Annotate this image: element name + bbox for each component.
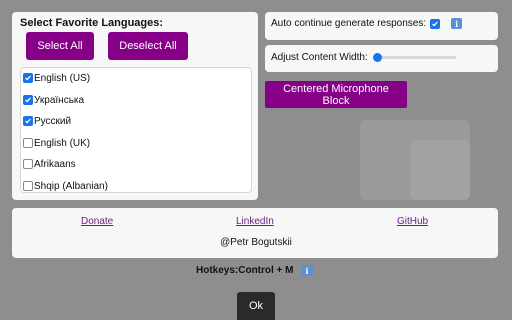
select-all-button[interactable]: Select All bbox=[26, 32, 94, 60]
language-item[interactable]: Русский bbox=[23, 113, 71, 129]
language-label: English (US) bbox=[34, 72, 91, 84]
content-width-slider-thumb[interactable] bbox=[373, 53, 382, 62]
language-label: Afrikaans bbox=[34, 158, 76, 170]
auto-continue-row: Auto continue generate responses: i bbox=[271, 18, 463, 29]
language-item[interactable]: English (US) bbox=[23, 70, 90, 86]
checkbox[interactable] bbox=[23, 116, 33, 126]
checkbox[interactable] bbox=[23, 181, 33, 191]
auto-continue-label: Auto continue generate responses: bbox=[271, 18, 427, 29]
github-link[interactable]: GitHub bbox=[397, 216, 428, 227]
checkbox[interactable] bbox=[23, 73, 33, 83]
check-icon bbox=[432, 21, 438, 27]
content-width-label: Adjust Content Width: bbox=[271, 52, 368, 63]
language-label: Shqip (Albanian) bbox=[34, 180, 108, 192]
checkbox[interactable] bbox=[23, 159, 33, 169]
centered-microphone-button[interactable]: Centered Microphone Block bbox=[265, 81, 407, 108]
language-item[interactable]: Shqip (Albanian) bbox=[23, 178, 108, 192]
auto-continue-checkbox[interactable] bbox=[430, 18, 441, 29]
info-icon[interactable]: i bbox=[451, 18, 463, 29]
info-icon[interactable]: i bbox=[301, 265, 313, 276]
ok-button[interactable]: Ok bbox=[237, 292, 275, 320]
language-list[interactable]: English (US) Українська Русский English … bbox=[20, 67, 252, 193]
language-item[interactable]: Українська bbox=[23, 92, 84, 108]
content-width-slider-track[interactable] bbox=[376, 56, 456, 59]
check-icon bbox=[25, 118, 31, 124]
language-item[interactable]: Afrikaans bbox=[23, 156, 76, 172]
language-item[interactable]: English (UK) bbox=[23, 135, 90, 151]
hotkeys-label: Hotkeys:Control + M bbox=[196, 265, 294, 276]
linkedin-link[interactable]: LinkedIn bbox=[236, 216, 274, 227]
checkbox[interactable] bbox=[23, 138, 33, 148]
deselect-all-button[interactable]: Deselect All bbox=[108, 32, 188, 60]
checkbox[interactable] bbox=[23, 95, 33, 105]
check-icon bbox=[25, 97, 31, 103]
donate-link[interactable]: Donate bbox=[81, 216, 113, 227]
language-label: English (UK) bbox=[34, 137, 91, 149]
hotkeys-row: Hotkeys:Control + M i bbox=[196, 265, 313, 276]
backdrop-shape bbox=[410, 140, 470, 200]
languages-title: Select Favorite Languages: bbox=[20, 17, 164, 29]
author-credit: @Petr Bogutskii bbox=[220, 237, 292, 248]
language-label: Русский bbox=[34, 115, 72, 127]
check-icon bbox=[25, 75, 31, 81]
language-label: Українська bbox=[34, 94, 85, 106]
